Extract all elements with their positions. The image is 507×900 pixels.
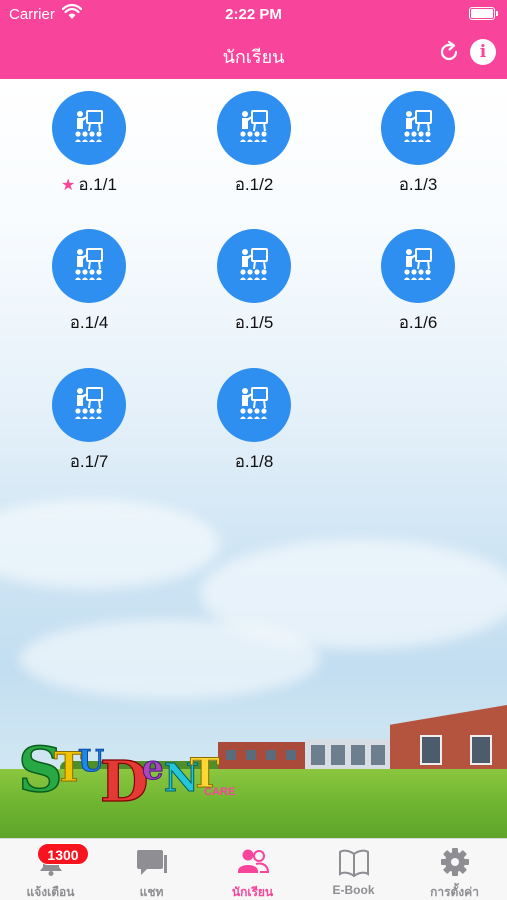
class-item[interactable]: อ.1/6 [363,229,473,339]
class-label: อ.1/6 [363,309,473,336]
classroom-icon [240,110,268,142]
class-item[interactable]: อ.1/2 [199,91,309,201]
class-avatar[interactable] [52,91,126,165]
notification-badge: 1300 [37,843,89,865]
classroom-icon [404,248,432,280]
tab-label: แจ้งเตือน [26,885,75,899]
tab-students[interactable]: นักเรียน [202,839,303,900]
class-label: อ.1/5 [199,309,309,336]
classroom-icon [404,110,432,142]
class-avatar[interactable] [52,368,126,442]
info-icon[interactable]: i [470,39,496,65]
tab-bar: 1300 แจ้งเตือน แชท นักเรียน E-Book การตั… [0,838,507,900]
svg-text:CARE: CARE [204,786,235,798]
class-label: อ.1/7 [34,448,144,475]
classroom-icon [75,110,103,142]
class-label: อ.1/3 [363,171,473,198]
class-avatar[interactable] [381,229,455,303]
refresh-icon[interactable] [437,40,461,64]
class-avatar[interactable] [217,91,291,165]
tab-settings[interactable]: การตั้งค่า [404,839,505,900]
class-name: อ.1/5 [234,313,274,332]
class-item[interactable]: อ.1/4 [34,229,144,339]
class-name: อ.1/6 [398,313,438,332]
class-label: อ.1/4 [34,309,144,336]
class-list: S T U D e N T CARE ★ อ.1/1 อ.1/2 อ.1/3 อ.1/4… [0,79,507,838]
class-name: อ.1/1 [78,175,117,194]
tab-label: แชท [139,885,164,899]
class-item[interactable]: อ.1/3 [363,91,473,201]
class-name: อ.1/2 [234,175,274,194]
class-avatar[interactable] [381,91,455,165]
battery-icon [469,7,498,20]
gear-icon [441,848,469,876]
class-name: อ.1/7 [69,452,109,471]
tab-chat[interactable]: แชท [101,839,202,900]
student-care-logo: S T U D e N T CARE [18,732,235,804]
class-avatar[interactable] [52,229,126,303]
class-name: อ.1/4 [69,313,109,332]
tab-ebook[interactable]: E-Book [303,839,404,900]
tab-label: E-Book [332,883,375,897]
background-building [390,705,507,771]
clock: 2:22 PM [225,6,282,23]
background-cloud [20,619,320,699]
students-icon [238,849,269,873]
background-building [305,739,395,771]
favorite-star-icon: ★ [61,177,76,194]
tab-label: การตั้งค่า [430,885,479,899]
tab-label: นักเรียน [231,885,274,899]
class-avatar[interactable] [217,368,291,442]
class-label: อ.1/2 [199,171,309,198]
book-icon [339,849,369,877]
chat-icon [137,850,167,875]
svg-text:e: e [142,748,164,788]
class-label: อ.1/8 [199,448,309,475]
class-item[interactable]: อ.1/8 [199,368,309,478]
tab-notifications[interactable]: 1300 แจ้งเตือน [0,839,101,900]
page-title: นักเรียน [222,47,285,67]
status-bar: Carrier 2:22 PM [0,0,507,28]
class-item[interactable]: อ.1/5 [199,229,309,339]
class-name: อ.1/8 [234,452,274,471]
classroom-icon [75,387,103,419]
classroom-icon [75,248,103,280]
background-cloud [0,499,220,589]
class-item[interactable]: อ.1/7 [34,368,144,478]
classroom-icon [240,248,268,280]
class-label: ★ อ.1/1 [34,171,144,198]
classroom-icon [240,387,268,419]
class-item[interactable]: ★ อ.1/1 [34,91,144,201]
class-avatar[interactable] [217,229,291,303]
header: Carrier 2:22 PM นักเรียน i [0,0,507,79]
class-name: อ.1/3 [398,175,438,194]
